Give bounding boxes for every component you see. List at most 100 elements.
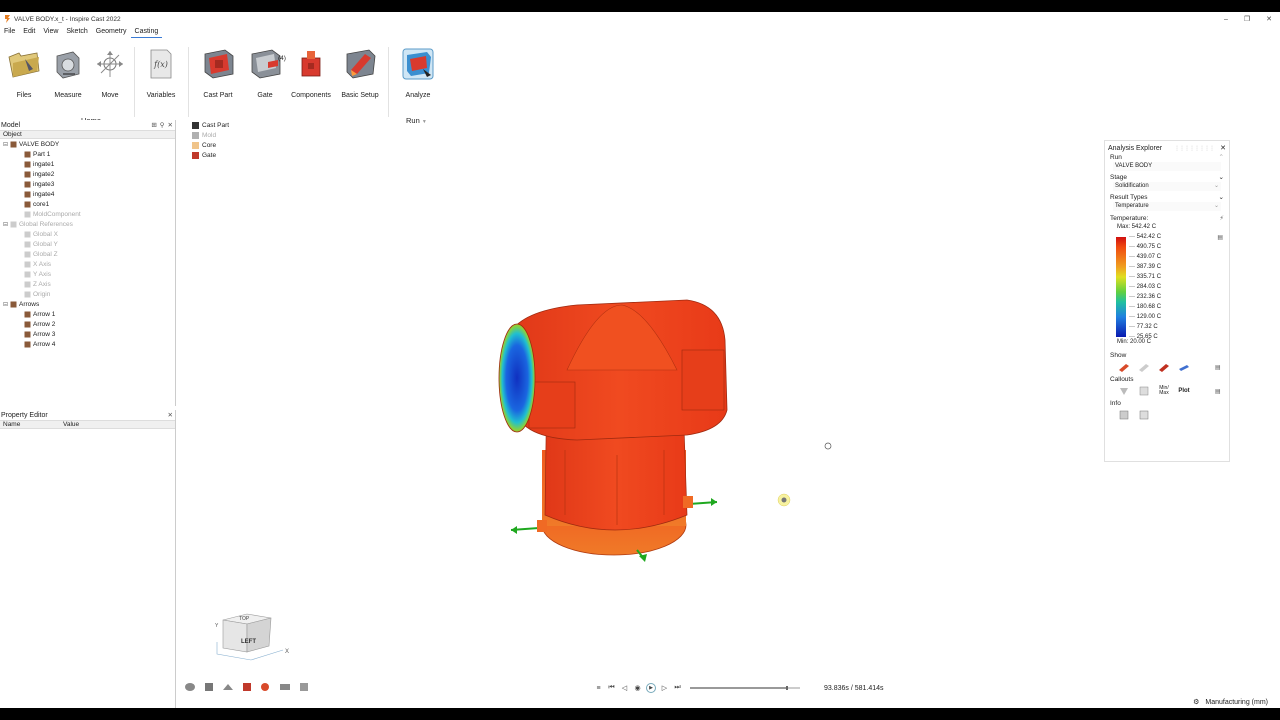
valve-body-model[interactable] xyxy=(498,299,728,562)
callout-minmax-button[interactable]: Min/ Max xyxy=(1157,385,1171,397)
tree-item[interactable]: Arrow 1 xyxy=(0,309,175,319)
filter-icon[interactable]: ⊞ xyxy=(151,121,156,129)
render-mode-icon[interactable] xyxy=(240,681,254,693)
maximize-button[interactable]: ❐ xyxy=(1244,15,1250,23)
analyze-button[interactable]: Analyze xyxy=(396,47,440,99)
tree-item[interactable]: MoldComponent xyxy=(0,209,175,219)
cast-part-button[interactable]: Cast Part xyxy=(196,47,240,99)
tree-item[interactable]: Global Y xyxy=(0,239,175,249)
expand-icon[interactable]: ⌄ xyxy=(1219,193,1224,202)
callout-probe-icon[interactable] xyxy=(1117,385,1131,397)
files-button[interactable]: Files xyxy=(2,47,46,99)
menu-edit[interactable]: Edit xyxy=(19,26,39,38)
tree-item[interactable]: Origin xyxy=(0,289,175,299)
close-window-button[interactable]: ✕ xyxy=(1266,15,1272,23)
expand-toggle-icon[interactable]: ⊟ xyxy=(2,301,9,308)
menu-icon[interactable]: ▤ xyxy=(1215,364,1221,371)
list-icon[interactable]: ≡ xyxy=(594,684,603,693)
tree-item[interactable]: Global X xyxy=(0,229,175,239)
stage-dropdown[interactable]: Solidification ⌄ xyxy=(1113,182,1221,191)
settings-gear-icon[interactable]: ⚙ xyxy=(1193,698,1199,706)
step-back-icon[interactable]: ◁ xyxy=(620,684,629,693)
value-column-header[interactable]: Value xyxy=(60,421,79,428)
variables-button[interactable]: f(x) Variables xyxy=(139,47,183,99)
viewport-toolbar xyxy=(183,681,311,693)
callout-plot-button[interactable]: Plot xyxy=(1177,385,1191,397)
collapse-icon[interactable]: ⌃ xyxy=(1219,153,1224,162)
view-orient-icon[interactable] xyxy=(183,681,197,693)
tree-item-label: Z Axis xyxy=(33,280,51,288)
menu-casting[interactable]: Casting xyxy=(130,26,163,38)
tree-item-label: Arrows xyxy=(19,300,40,308)
expand-icon[interactable]: ⌄ xyxy=(1219,173,1224,182)
menu-file[interactable]: File xyxy=(0,26,19,38)
legend-item[interactable]: Mold xyxy=(192,130,229,140)
chevron-down-icon: ⌄ xyxy=(1213,203,1219,209)
components-button[interactable]: Components xyxy=(289,47,333,99)
basic-setup-button[interactable]: Basic Setup xyxy=(338,47,382,99)
drag-handle-icon[interactable]: ⋮⋮⋮⋮⋮⋮⋮⋮ xyxy=(1174,145,1215,152)
tree-item[interactable]: ⊟ Arrows xyxy=(0,299,175,309)
menu-view[interactable]: View xyxy=(39,26,62,38)
menu-geometry[interactable]: Geometry xyxy=(92,26,131,38)
tree-item[interactable]: ingate1 xyxy=(0,159,175,169)
tree-item[interactable]: X Axis xyxy=(0,259,175,269)
show-gate-icon[interactable] xyxy=(1157,361,1171,373)
tree-item[interactable]: Part 1 xyxy=(0,149,175,159)
tree-item[interactable]: Arrow 2 xyxy=(0,319,175,329)
info-summary-icon[interactable] xyxy=(1137,409,1151,421)
tree-item[interactable]: core1 xyxy=(0,199,175,209)
view-cube[interactable] xyxy=(216,613,284,661)
zoom-icon[interactable] xyxy=(259,681,273,693)
legend-item[interactable]: Gate xyxy=(192,150,229,160)
step-forward-icon[interactable]: ▷ xyxy=(660,684,669,693)
object-column-header[interactable]: Object xyxy=(0,130,175,139)
move-button[interactable]: Move xyxy=(88,47,132,99)
visibility-icon[interactable] xyxy=(202,681,216,693)
expand-toggle-icon[interactable]: ⊟ xyxy=(2,221,9,228)
section-icon[interactable] xyxy=(221,681,235,693)
legend-item[interactable]: Core xyxy=(192,140,229,150)
expand-toggle-icon[interactable]: ⊟ xyxy=(2,141,9,148)
tree-item[interactable]: ⊟ Global References xyxy=(0,219,175,229)
close-icon[interactable]: ✕ xyxy=(168,121,173,129)
tree-item[interactable]: Arrow 4 xyxy=(0,339,175,349)
tree-item[interactable]: Z Axis xyxy=(0,279,175,289)
skip-end-icon[interactable]: ⏭ xyxy=(673,684,682,693)
measure-button[interactable]: Measure xyxy=(46,47,90,99)
legend-item[interactable]: Cast Part xyxy=(192,120,229,130)
tree-item-label: Global Y xyxy=(33,240,58,248)
tree-item[interactable]: Global Z xyxy=(0,249,175,259)
name-column-header[interactable]: Name xyxy=(0,421,60,428)
result-types-dropdown[interactable]: Temperature ⌄ xyxy=(1113,202,1221,211)
play-icon[interactable]: ▶ xyxy=(646,683,656,693)
unit-system[interactable]: Manufacturing (mm) xyxy=(1205,699,1268,706)
skip-start-icon[interactable]: ⏮ xyxy=(607,684,616,693)
pan-icon[interactable] xyxy=(278,681,292,693)
fit-view-icon[interactable] xyxy=(297,681,311,693)
close-icon[interactable]: ✕ xyxy=(1220,144,1226,152)
time-slider-knob[interactable] xyxy=(785,686,788,690)
callout-note-icon[interactable] xyxy=(1137,385,1151,397)
show-mold-icon[interactable] xyxy=(1137,361,1151,373)
show-part-icon[interactable] xyxy=(1117,361,1131,373)
tree-item[interactable]: ingate4 xyxy=(0,189,175,199)
search-icon[interactable]: ⚲ xyxy=(160,121,165,129)
minimize-button[interactable]: – xyxy=(1224,16,1228,23)
show-core-icon[interactable] xyxy=(1177,361,1191,373)
pin-icon[interactable]: ⚡ xyxy=(1219,214,1224,223)
tree-item[interactable]: ⊟ VALVE BODY xyxy=(0,139,175,149)
show-label: Show xyxy=(1110,352,1127,359)
info-report-icon[interactable] xyxy=(1117,409,1131,421)
tree-item[interactable]: Arrow 3 xyxy=(0,329,175,339)
menu-sketch[interactable]: Sketch xyxy=(62,26,91,38)
menu-icon[interactable]: ▤ xyxy=(1215,388,1221,395)
tree-item[interactable]: ingate3 xyxy=(0,179,175,189)
menu-icon[interactable]: ▤ xyxy=(1217,234,1223,241)
tree-item[interactable]: Y Axis xyxy=(0,269,175,279)
time-slider[interactable] xyxy=(690,686,800,690)
stop-icon[interactable]: ◉ xyxy=(633,684,642,693)
run-field[interactable]: VALVE BODY xyxy=(1113,162,1221,171)
tree-item[interactable]: ingate2 xyxy=(0,169,175,179)
close-icon[interactable]: ✕ xyxy=(168,411,173,419)
